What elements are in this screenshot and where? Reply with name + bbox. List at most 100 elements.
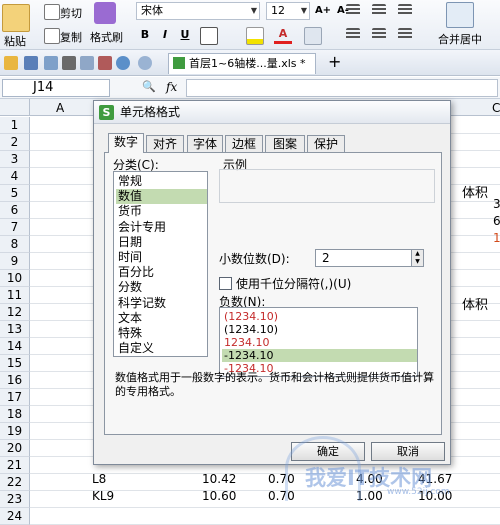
row-header[interactable]: 15 <box>0 355 30 372</box>
row-header[interactable]: 5 <box>0 185 30 202</box>
tab-number[interactable]: 数字 <box>108 133 144 153</box>
row-header[interactable]: 24 <box>0 508 30 525</box>
column-header-c[interactable]: C <box>492 101 500 115</box>
negative-format-option[interactable]: (1234.10) <box>222 310 417 323</box>
row-header[interactable]: 17 <box>0 389 30 406</box>
negative-format-option[interactable]: (1234.10) <box>222 323 417 336</box>
cell-value[interactable]: 1 <box>493 231 500 245</box>
decimal-places-input[interactable]: 2 <box>315 249 413 267</box>
select-all-corner[interactable] <box>0 99 30 116</box>
category-item[interactable]: 常规 <box>116 174 207 189</box>
category-item[interactable]: 数值 <box>116 189 207 205</box>
row-header[interactable]: 12 <box>0 304 30 321</box>
spin-down-icon[interactable]: ▼ <box>412 258 423 266</box>
category-item[interactable]: 文本 <box>116 311 207 326</box>
row-header[interactable]: 1 <box>0 117 30 134</box>
tab-border[interactable]: 边框 <box>225 135 263 152</box>
grow-font-button[interactable]: A+ <box>314 2 332 20</box>
cell-value[interactable]: 3 <box>493 197 500 211</box>
thousands-separator-checkbox[interactable] <box>219 277 232 290</box>
merge-center-icon[interactable] <box>446 2 474 28</box>
row-header[interactable]: 8 <box>0 236 30 253</box>
spin-up-icon[interactable]: ▲ <box>412 250 423 258</box>
decimal-spinner[interactable]: ▲ ▼ <box>411 249 424 267</box>
spell-check-icon[interactable] <box>98 56 112 70</box>
row-header[interactable]: 23 <box>0 491 30 508</box>
row-header[interactable]: 19 <box>0 423 30 440</box>
cut-button[interactable]: 剪切 <box>60 5 82 21</box>
category-item[interactable]: 百分比 <box>116 265 207 280</box>
scissors-icon[interactable] <box>44 4 60 20</box>
cell-volume-header[interactable]: 体积 <box>462 294 488 313</box>
row-header[interactable]: 7 <box>0 219 30 236</box>
border-icon[interactable] <box>200 27 218 45</box>
category-item[interactable]: 自定义 <box>116 341 207 356</box>
open-folder-icon[interactable] <box>4 56 18 70</box>
row-header[interactable]: 10 <box>0 270 30 287</box>
formula-input[interactable] <box>186 79 498 97</box>
redo-icon[interactable] <box>138 56 152 70</box>
font-color-icon[interactable]: A <box>274 26 292 44</box>
clear-format-icon[interactable] <box>304 27 322 45</box>
cell-value[interactable]: 10.42 <box>202 472 236 486</box>
paste-icon[interactable] <box>2 4 30 32</box>
category-item[interactable]: 货币 <box>116 204 207 219</box>
underline-button[interactable]: U <box>176 26 194 44</box>
font-size-select[interactable]: 12 ▼ <box>266 2 310 20</box>
row-header[interactable]: 22 <box>0 474 30 491</box>
align-center-icon[interactable] <box>372 28 386 40</box>
export-pdf-icon[interactable] <box>44 56 58 70</box>
new-tab-button[interactable]: + <box>328 53 341 71</box>
tab-alignment[interactable]: 对齐 <box>146 135 184 152</box>
column-header-a[interactable]: A <box>56 101 64 115</box>
category-item[interactable]: 时间 <box>116 250 207 265</box>
align-right-icon[interactable] <box>398 28 412 40</box>
category-item[interactable]: 科学记数 <box>116 296 207 311</box>
cell-value[interactable]: 10.60 <box>202 489 236 503</box>
align-bottom-icon[interactable] <box>398 4 412 16</box>
copy-button[interactable]: 复制 <box>60 29 82 45</box>
font-name-select[interactable]: 宋体 ▼ <box>136 2 260 20</box>
row-header[interactable]: 2 <box>0 134 30 151</box>
row-header[interactable]: 3 <box>0 151 30 168</box>
negative-format-option[interactable]: -1234.10 <box>222 349 417 362</box>
negative-numbers-list[interactable]: (1234.10) (1234.10) 1234.10 -1234.10 -1234.1… <box>219 307 418 377</box>
tab-pattern[interactable]: 图案 <box>265 135 305 152</box>
align-middle-icon[interactable] <box>372 4 386 16</box>
category-item[interactable]: 特殊 <box>116 326 207 341</box>
format-painter-icon[interactable] <box>94 2 116 24</box>
undo-icon[interactable] <box>116 56 130 70</box>
cell-label[interactable]: L8 <box>92 472 106 486</box>
align-top-icon[interactable] <box>346 4 360 16</box>
document-tab[interactable]: 首层1~6轴楼...量.xls * <box>168 53 316 74</box>
italic-button[interactable]: I <box>156 26 174 44</box>
print-icon[interactable] <box>62 56 76 70</box>
category-item[interactable]: 日期 <box>116 235 207 250</box>
row-header[interactable]: 14 <box>0 338 30 355</box>
row-header[interactable]: 21 <box>0 457 30 474</box>
row-header[interactable]: 11 <box>0 287 30 304</box>
save-icon[interactable] <box>24 56 38 70</box>
name-box[interactable]: J14 <box>2 79 110 97</box>
cell-value[interactable]: 6 <box>493 214 500 228</box>
fill-color-icon[interactable] <box>246 27 264 45</box>
cell-volume-header[interactable]: 体积 <box>462 182 488 201</box>
merge-center-button[interactable]: 合并居中 <box>438 31 482 47</box>
tab-protection[interactable]: 保护 <box>307 135 345 152</box>
paste-button[interactable]: 粘贴 <box>4 33 26 49</box>
row-header[interactable]: 6 <box>0 202 30 219</box>
row-header[interactable]: 18 <box>0 406 30 423</box>
tab-font[interactable]: 字体 <box>187 135 223 152</box>
category-item[interactable]: 会计专用 <box>116 220 207 235</box>
row-header[interactable]: 4 <box>0 168 30 185</box>
search-icon[interactable]: 🔍 <box>142 80 156 93</box>
row-header[interactable]: 16 <box>0 372 30 389</box>
row-header[interactable]: 9 <box>0 253 30 270</box>
category-item[interactable]: 分数 <box>116 280 207 295</box>
copy-icon[interactable] <box>44 28 60 44</box>
format-painter-button[interactable]: 格式刷 <box>90 29 123 45</box>
align-left-icon[interactable] <box>346 28 360 40</box>
dialog-title-bar[interactable]: S 单元格格式 <box>94 101 450 124</box>
row-header[interactable]: 13 <box>0 321 30 338</box>
fx-button[interactable]: fx <box>166 80 177 94</box>
